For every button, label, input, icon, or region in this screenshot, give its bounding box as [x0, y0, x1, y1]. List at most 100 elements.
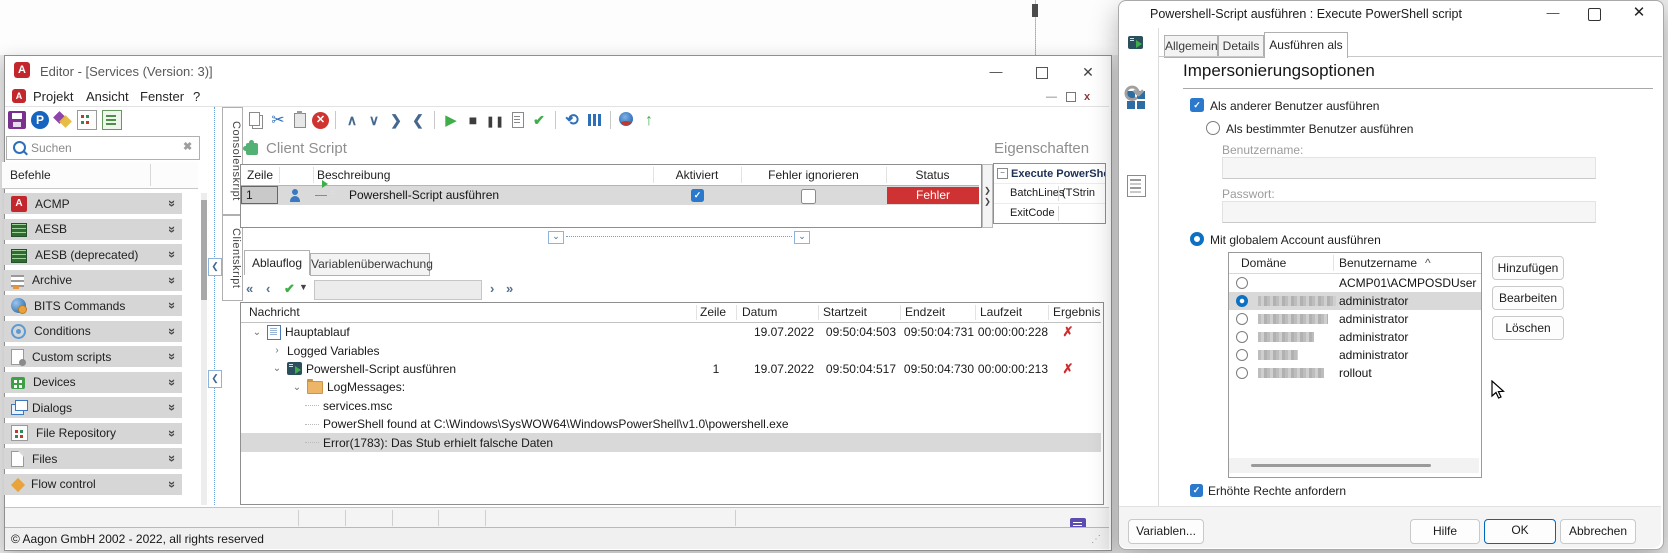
expand-chevron-icon[interactable]: » [165, 302, 180, 309]
nav-prev-icon[interactable]: ‹ [266, 281, 270, 296]
expand-chevron-icon[interactable]: » [165, 225, 180, 232]
username-field[interactable] [1222, 157, 1596, 179]
account-radio-selected[interactable] [1236, 295, 1248, 307]
sort-ascending-icon[interactable]: ^ [1425, 256, 1431, 270]
sidebar-item-aesb-deprecated[interactable]: AESB (deprecated) » [4, 244, 182, 265]
account-radio[interactable] [1236, 331, 1248, 343]
move-up-icon[interactable] [342, 110, 362, 130]
sidebar-item-aesb[interactable]: AESB » [4, 218, 182, 240]
move-left-icon[interactable] [408, 110, 428, 130]
cancel-button[interactable]: Abbrechen [1560, 519, 1636, 544]
sidebar-item-devices[interactable]: Devices » [4, 371, 182, 393]
col-ergebnis[interactable]: Ergebnis [1053, 305, 1100, 319]
property-row[interactable]: BatchLines (TStrin [994, 184, 1105, 204]
log-row[interactable]: ⌄ Hauptablauf 19.07.2022 09:50:04:503 09:50:… [241, 323, 1101, 341]
delete-button[interactable]: Löschen [1492, 316, 1564, 340]
tab-variablenueberwachung[interactable]: Variablenüberwachung [310, 253, 433, 276]
sidebar-item-dialogs[interactable]: Dialogs » [4, 397, 182, 418]
global-account-radio[interactable] [1190, 232, 1204, 246]
nav-check-icon[interactable]: ✔ [284, 281, 295, 297]
profile-p-icon[interactable] [31, 111, 49, 129]
tab-allgemein[interactable]: Allgemein [1164, 35, 1218, 58]
expand-chevron-icon[interactable]: » [165, 480, 180, 487]
col-zeile[interactable]: Zeile [700, 305, 726, 319]
password-field[interactable] [1222, 201, 1596, 223]
sidebar-item-file-repository[interactable]: File Repository » [4, 422, 182, 444]
sidebar-item-acmp[interactable]: ACMP » [4, 193, 182, 214]
log-filter-input[interactable] [314, 280, 482, 300]
validate-icon[interactable] [529, 110, 549, 130]
nav-check-dropdown-icon[interactable]: ▼ [299, 282, 308, 292]
col-domaene[interactable]: Domäne [1241, 256, 1286, 270]
copy-icon[interactable] [246, 110, 266, 130]
other-user-label[interactable]: Als anderer Benutzer ausführen [1210, 99, 1379, 113]
menu-help[interactable]: ? [193, 89, 200, 104]
expand-chevron-icon[interactable]: » [165, 327, 180, 334]
expand-chevron-icon[interactable]: » [165, 200, 180, 207]
sidebar-item-flow-control[interactable]: Flow control » [4, 473, 182, 495]
search-input[interactable]: Suchen ✖ [6, 136, 200, 160]
log-row[interactable]: ⌄ Powershell-Script ausführen 1 19.07.2022 0… [241, 360, 1101, 378]
elevated-rights-label[interactable]: Erhöhte Rechte anfordern [1208, 484, 1346, 498]
col-nachricht[interactable]: Nachricht [249, 305, 300, 319]
background-scrollbar-thumb[interactable] [1032, 4, 1038, 17]
maximize-button[interactable] [1036, 67, 1048, 79]
move-down-icon[interactable] [364, 110, 384, 130]
expander-closed-icon[interactable]: › [271, 345, 283, 356]
global-account-label[interactable]: Mit globalem Account ausführen [1210, 233, 1381, 247]
minimize-button[interactable]: — [988, 64, 1004, 80]
tab-ausfuehren-als[interactable]: Ausführen als [1264, 32, 1348, 58]
expand-chevron-icon[interactable]: » [165, 276, 180, 283]
search-clear-icon[interactable]: ✖ [183, 140, 192, 153]
elevated-rights-checkbox[interactable] [1190, 484, 1203, 497]
sidebar-item-custom-scripts[interactable]: Custom scripts » [4, 346, 182, 367]
account-row[interactable]: administrator [1229, 346, 1481, 364]
sidebar-item-bits-commands[interactable]: BITS Commands » [4, 295, 182, 316]
col-startzeit[interactable]: Startzeit [823, 305, 867, 319]
sidebar-splitter[interactable] [214, 107, 215, 505]
col-endzeit[interactable]: Endzeit [905, 305, 945, 319]
properties-splitter[interactable]: ❯ ❯ [982, 164, 993, 228]
horizontal-splitter[interactable] [566, 236, 792, 237]
log-row[interactable]: services.msc [241, 397, 1101, 415]
specific-user-label[interactable]: Als bestimmter Benutzer ausführen [1226, 122, 1413, 136]
col-benutzername[interactable]: Benutzername [1339, 256, 1417, 270]
stop-icon[interactable] [463, 110, 483, 130]
log-row[interactable]: PowerShell found at C:\Windows\SysWOW64\… [241, 415, 1101, 433]
menu-ansicht[interactable]: Ansicht [86, 89, 129, 104]
sidebar-item-files[interactable]: Files » [4, 448, 182, 469]
expand-chevron-icon[interactable]: » [165, 404, 180, 411]
expand-chevron-icon[interactable]: » [165, 455, 180, 462]
history-icon[interactable] [562, 110, 582, 130]
col-aktiviert[interactable]: Aktiviert [653, 168, 741, 182]
property-row[interactable]: ExitCode [994, 204, 1105, 223]
mdi-restore-button[interactable] [1066, 92, 1076, 102]
row-number-cell[interactable]: 1 [241, 186, 278, 204]
account-radio[interactable] [1236, 313, 1248, 325]
col-status[interactable]: Status [886, 168, 979, 182]
pause-icon[interactable] [485, 110, 505, 130]
expander-open-icon[interactable]: ⌄ [251, 327, 263, 338]
account-row[interactable]: administrator [1229, 310, 1481, 328]
col-fehler-ignorieren[interactable]: Fehler ignorieren [741, 168, 886, 182]
step-description[interactable]: Powershell-Script ausführen [349, 188, 499, 202]
layers-icon[interactable] [54, 111, 72, 129]
col-beschreibung[interactable]: Beschreibung [317, 168, 390, 182]
add-button[interactable]: Hinzufügen [1492, 256, 1564, 280]
dialog-minimize-button[interactable]: — [1544, 5, 1562, 21]
tab-ablauflog[interactable]: Ablauflog [244, 250, 310, 275]
col-datum[interactable]: Datum [742, 305, 777, 319]
menu-projekt[interactable]: Projekt [33, 89, 73, 104]
variables-button[interactable]: Variablen... [1128, 519, 1204, 544]
splitter-collapse-down-icon[interactable]: ⌄ [794, 231, 810, 244]
menu-fenster[interactable]: Fenster [140, 89, 184, 104]
accounts-hscrollbar[interactable] [1229, 458, 1479, 473]
account-row[interactable]: rollout [1229, 364, 1481, 382]
splitter-collapse-left-icon[interactable]: ❮ [208, 370, 222, 388]
cut-icon[interactable] [268, 110, 288, 130]
expand-chevron-icon[interactable]: » [165, 378, 180, 385]
account-row[interactable]: administrator [1229, 328, 1481, 346]
resize-grip[interactable]: ⋰ [1091, 534, 1102, 545]
specific-user-radio[interactable] [1206, 121, 1220, 135]
nav-last-icon[interactable]: » [506, 281, 513, 296]
